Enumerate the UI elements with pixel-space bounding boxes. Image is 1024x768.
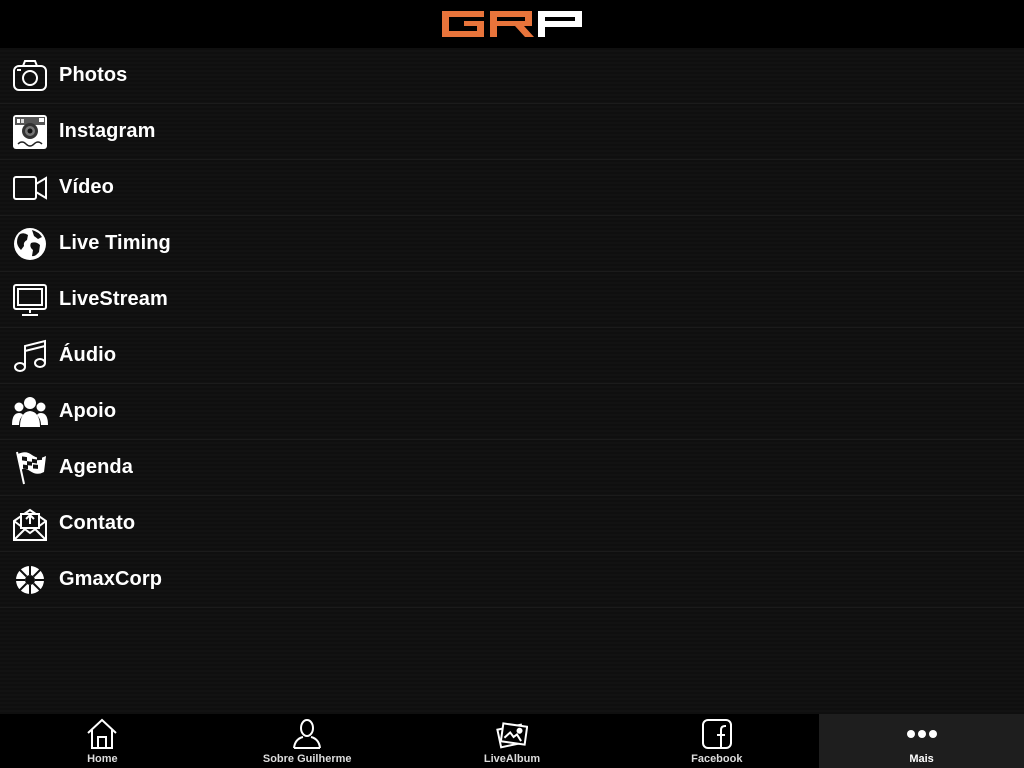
menu-item-label: Instagram	[59, 120, 156, 142]
monitor-icon	[12, 282, 48, 318]
menu-item-label: Vídeo	[59, 176, 114, 198]
tab-home[interactable]: Home	[0, 714, 205, 768]
tab-label: Facebook	[691, 753, 743, 765]
app-root: Photos Instagram Vídeo Live Timing LiveS…	[0, 0, 1024, 768]
menu-item-gmaxcorp[interactable]: GmaxCorp	[0, 552, 1024, 608]
envelope-icon	[12, 506, 48, 542]
menu-item-live-timing[interactable]: Live Timing	[0, 216, 1024, 272]
person-icon	[292, 716, 322, 752]
tab-label: LiveAlbum	[483, 753, 541, 765]
main-menu: Photos Instagram Vídeo Live Timing LiveS…	[0, 48, 1024, 608]
video-camera-icon	[12, 170, 48, 206]
tab-mais[interactable]: Mais	[819, 714, 1024, 768]
more-dots-icon	[906, 716, 938, 752]
menu-item-label: Contato	[59, 512, 136, 534]
tab-label: Sobre Guilherme	[262, 753, 352, 765]
menu-item-livestream[interactable]: LiveStream	[0, 272, 1024, 328]
tab-label: Mais	[909, 753, 934, 765]
menu-item-video[interactable]: Vídeo	[0, 160, 1024, 216]
instagram-icon	[12, 114, 48, 150]
people-icon	[12, 394, 48, 430]
menu-item-label: Photos	[59, 64, 128, 86]
menu-item-label: GmaxCorp	[59, 568, 163, 590]
header-bar	[0, 0, 1024, 48]
menu-item-label: Agenda	[59, 456, 133, 478]
menu-item-label: Áudio	[59, 344, 117, 366]
menu-item-apoio[interactable]: Apoio	[0, 384, 1024, 440]
menu-item-label: LiveStream	[59, 288, 168, 310]
menu-item-contato[interactable]: Contato	[0, 496, 1024, 552]
menu-item-label: Apoio	[59, 400, 117, 422]
tab-livealbum[interactable]: LiveAlbum	[410, 714, 615, 768]
facebook-icon	[701, 716, 733, 752]
camera-icon	[12, 58, 48, 94]
music-note-icon	[12, 338, 48, 374]
menu-item-photos[interactable]: Photos	[0, 48, 1024, 104]
menu-item-audio[interactable]: Áudio	[0, 328, 1024, 384]
menu-item-agenda[interactable]: Agenda	[0, 440, 1024, 496]
tab-facebook[interactable]: Facebook	[614, 714, 819, 768]
checkered-flag-icon	[12, 450, 48, 486]
tab-label: Home	[87, 753, 118, 765]
globe-icon	[12, 226, 48, 262]
tab-sobre-guilherme[interactable]: Sobre Guilherme	[205, 714, 410, 768]
menu-item-instagram[interactable]: Instagram	[0, 104, 1024, 160]
menu-item-label: Live Timing	[59, 232, 171, 254]
photo-album-icon	[496, 716, 528, 752]
bottom-tab-bar: Home Sobre Guilherme LiveAlbum Facebook …	[0, 714, 1024, 768]
sun-wheel-icon	[12, 562, 48, 598]
grp-logo	[442, 11, 582, 37]
home-icon	[86, 716, 118, 752]
